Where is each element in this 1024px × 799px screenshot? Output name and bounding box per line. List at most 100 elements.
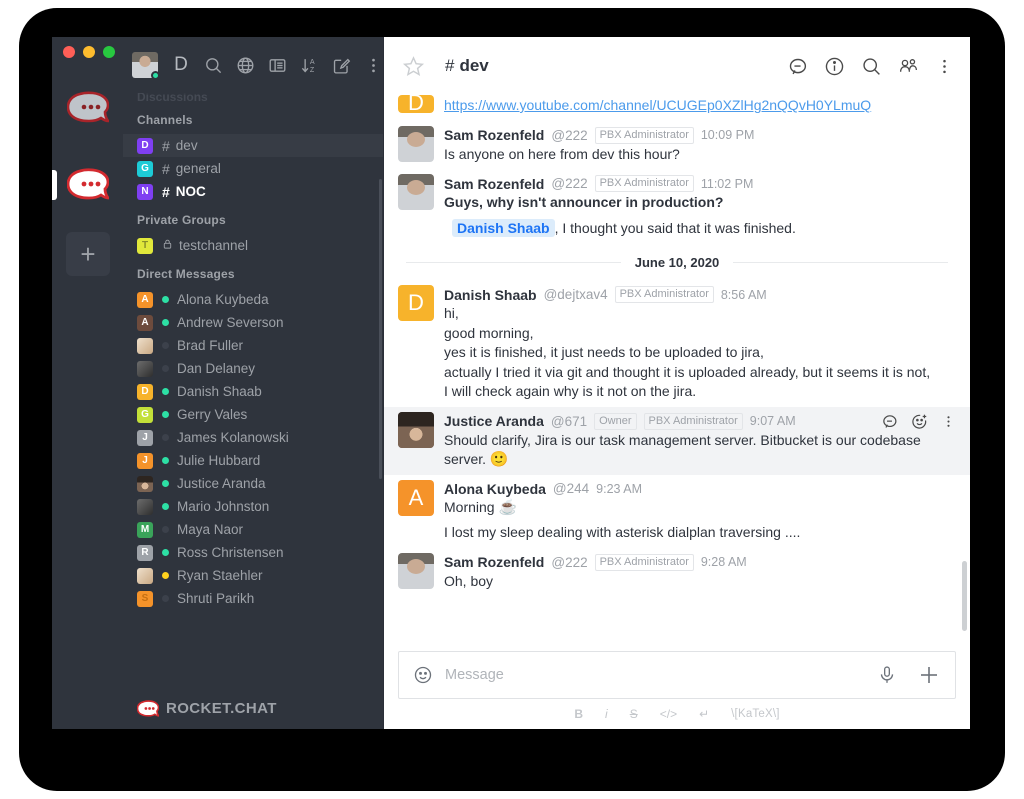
server-icon-1[interactable] [66,85,110,129]
sidebar-item-testchannel[interactable]: Ttestchannel [123,234,383,257]
sort-az-icon[interactable]: AZ [294,50,324,80]
kebab-menu-icon[interactable] [935,57,954,76]
format-katex-button[interactable]: \[KaTeX\] [731,708,779,720]
message-username[interactable]: Sam Rozenfeld [444,127,544,143]
message-timestamp: 9:07 AM [749,414,796,428]
sidebar-item-andrew-severson[interactable]: A Andrew Severson [123,311,383,334]
search-icon[interactable] [198,50,228,80]
create-new-icon[interactable] [326,50,356,80]
search-icon[interactable] [861,56,882,77]
add-reaction-icon[interactable] [911,413,928,430]
threads-icon[interactable] [787,56,808,77]
avatar: T [137,237,153,254]
sidebar-item-label: Dan Delaney [177,361,256,376]
avatar: J [137,429,153,446]
format-code-button[interactable]: </> [660,707,677,721]
format-strike-button[interactable]: S [630,707,638,721]
server-icon-2[interactable] [66,162,110,206]
message-timestamp: 9:28 AM [700,555,747,569]
home-letter-label: D [174,54,188,75]
maximize-window-button[interactable] [103,46,115,58]
message-list[interactable]: D https://www.youtube.com/channel/UCUGEp… [384,95,970,643]
message-role-tag: PBX Administrator [643,412,743,430]
message-username[interactable]: Alona Kuybeda [444,481,546,497]
sidebar-item-gerry-vales[interactable]: G Gerry Vales [123,403,383,426]
emoji-smiley-icon[interactable] [413,665,433,685]
microphone-icon[interactable] [877,665,897,685]
sidebar-room-list[interactable]: Discussions Channels D # dev G # general N # NOC P… [123,93,383,687]
avatar[interactable]: A [398,479,434,516]
message-composer[interactable] [398,651,956,699]
minimize-window-button[interactable] [83,46,95,58]
message-username[interactable]: Danish Shaab [444,287,537,303]
sidebar-item-alona-kuybeda[interactable]: A Alona Kuybeda [123,288,383,311]
kanban-icon[interactable] [262,50,292,80]
message-timestamp: 10:09 PM [700,128,755,142]
chat-header-actions [787,56,954,77]
sidebar-item-label: Justice Aranda [177,476,266,491]
avatar: G [137,406,153,423]
close-window-button[interactable] [63,46,75,58]
plus-icon[interactable] [917,663,941,687]
avatar[interactable]: D [398,95,434,113]
avatar[interactable] [398,125,434,162]
message-handle: @222 [551,127,588,143]
sidebar-item-general[interactable]: G # general [123,157,383,180]
add-server-label: + [80,239,96,269]
message-timestamp: 9:23 AM [596,481,643,496]
sidebar-item-ryan-staehler[interactable]: Ryan Staehler [123,564,383,587]
directory-globe-icon[interactable] [230,50,260,80]
sidebar-item-dev[interactable]: D # dev [123,134,383,157]
sidebar-item-julie-hubbard[interactable]: J Julie Hubbard [123,449,383,472]
reply-in-thread-icon[interactable] [881,413,898,430]
sidebar-item-mario-johnston[interactable]: Mario Johnston [123,495,383,518]
status-dot-online [162,457,169,464]
add-server-button[interactable]: + [66,232,110,276]
avatar[interactable] [398,174,434,210]
avatar-letter: A [141,294,149,305]
sidebar-item-ross-christensen[interactable]: R Ross Christensen [123,541,383,564]
message-role-tag: PBX Administrator [614,286,714,303]
avatar: A [137,314,153,331]
message-list-scrollbar[interactable] [962,561,967,631]
avatar[interactable] [398,552,434,589]
favorite-star-icon[interactable] [402,55,425,78]
status-dot-away [162,572,169,579]
sidebar-item-justice-aranda[interactable]: Justice Aranda [123,472,383,495]
format-multiline-button[interactable]: ↵ [699,707,709,721]
youtube-channel-link[interactable]: https://www.youtube.com/channel/UCUGEp0X… [444,97,871,113]
sidebar-item-danish-shaab[interactable]: D Danish Shaab [123,380,383,403]
message-username[interactable]: Sam Rozenfeld [444,554,544,570]
message-timestamp: 8:56 AM [720,287,767,302]
avatar[interactable]: D [398,285,434,321]
sidebar-item-james-kolanowski[interactable]: J James Kolanowski [123,426,383,449]
message-item[interactable]: Justice Aranda @671 Owner PBX Administra… [384,406,970,475]
info-icon[interactable] [824,56,845,77]
avatar [137,475,153,492]
sidebar-scrollbar[interactable] [379,179,382,479]
user-mention[interactable]: Danish Shaab [452,218,555,237]
message-text: Oh, boy [444,572,494,589]
sidebar-item-noc[interactable]: N # NOC [123,180,383,203]
sidebar-item-shruti-parikh[interactable]: S Shruti Parikh [123,587,383,610]
status-dot-online [162,388,169,395]
format-italic-button[interactable]: i [605,707,608,721]
kebab-menu-icon[interactable] [941,414,956,429]
sidebar-section-header: Direct Messages [137,267,235,281]
message-handle: @671 [550,413,588,429]
message-text: hi, good morning, yes it is finished, it… [444,304,942,402]
home-button[interactable]: D [166,50,196,80]
message-username[interactable]: Justice Aranda [444,413,544,429]
members-icon[interactable] [898,56,919,77]
sidebar-item-dan-delaney[interactable]: Dan Delaney [123,357,383,380]
format-bold-button[interactable]: B [574,707,583,721]
avatar: M [137,521,153,538]
sidebar-item-maya-naor[interactable]: M Maya Naor [123,518,383,541]
avatar[interactable] [398,411,434,448]
sidebar-item-brad-fuller[interactable]: Brad Fuller [123,334,383,357]
message-username[interactable]: Sam Rozenfeld [444,176,544,192]
message-input[interactable] [445,667,865,683]
rocket-chat-window: + D A Z Discussions Channels D # dev G #… [52,37,970,729]
avatar[interactable] [132,52,160,80]
message-line: good morning, [444,324,534,341]
